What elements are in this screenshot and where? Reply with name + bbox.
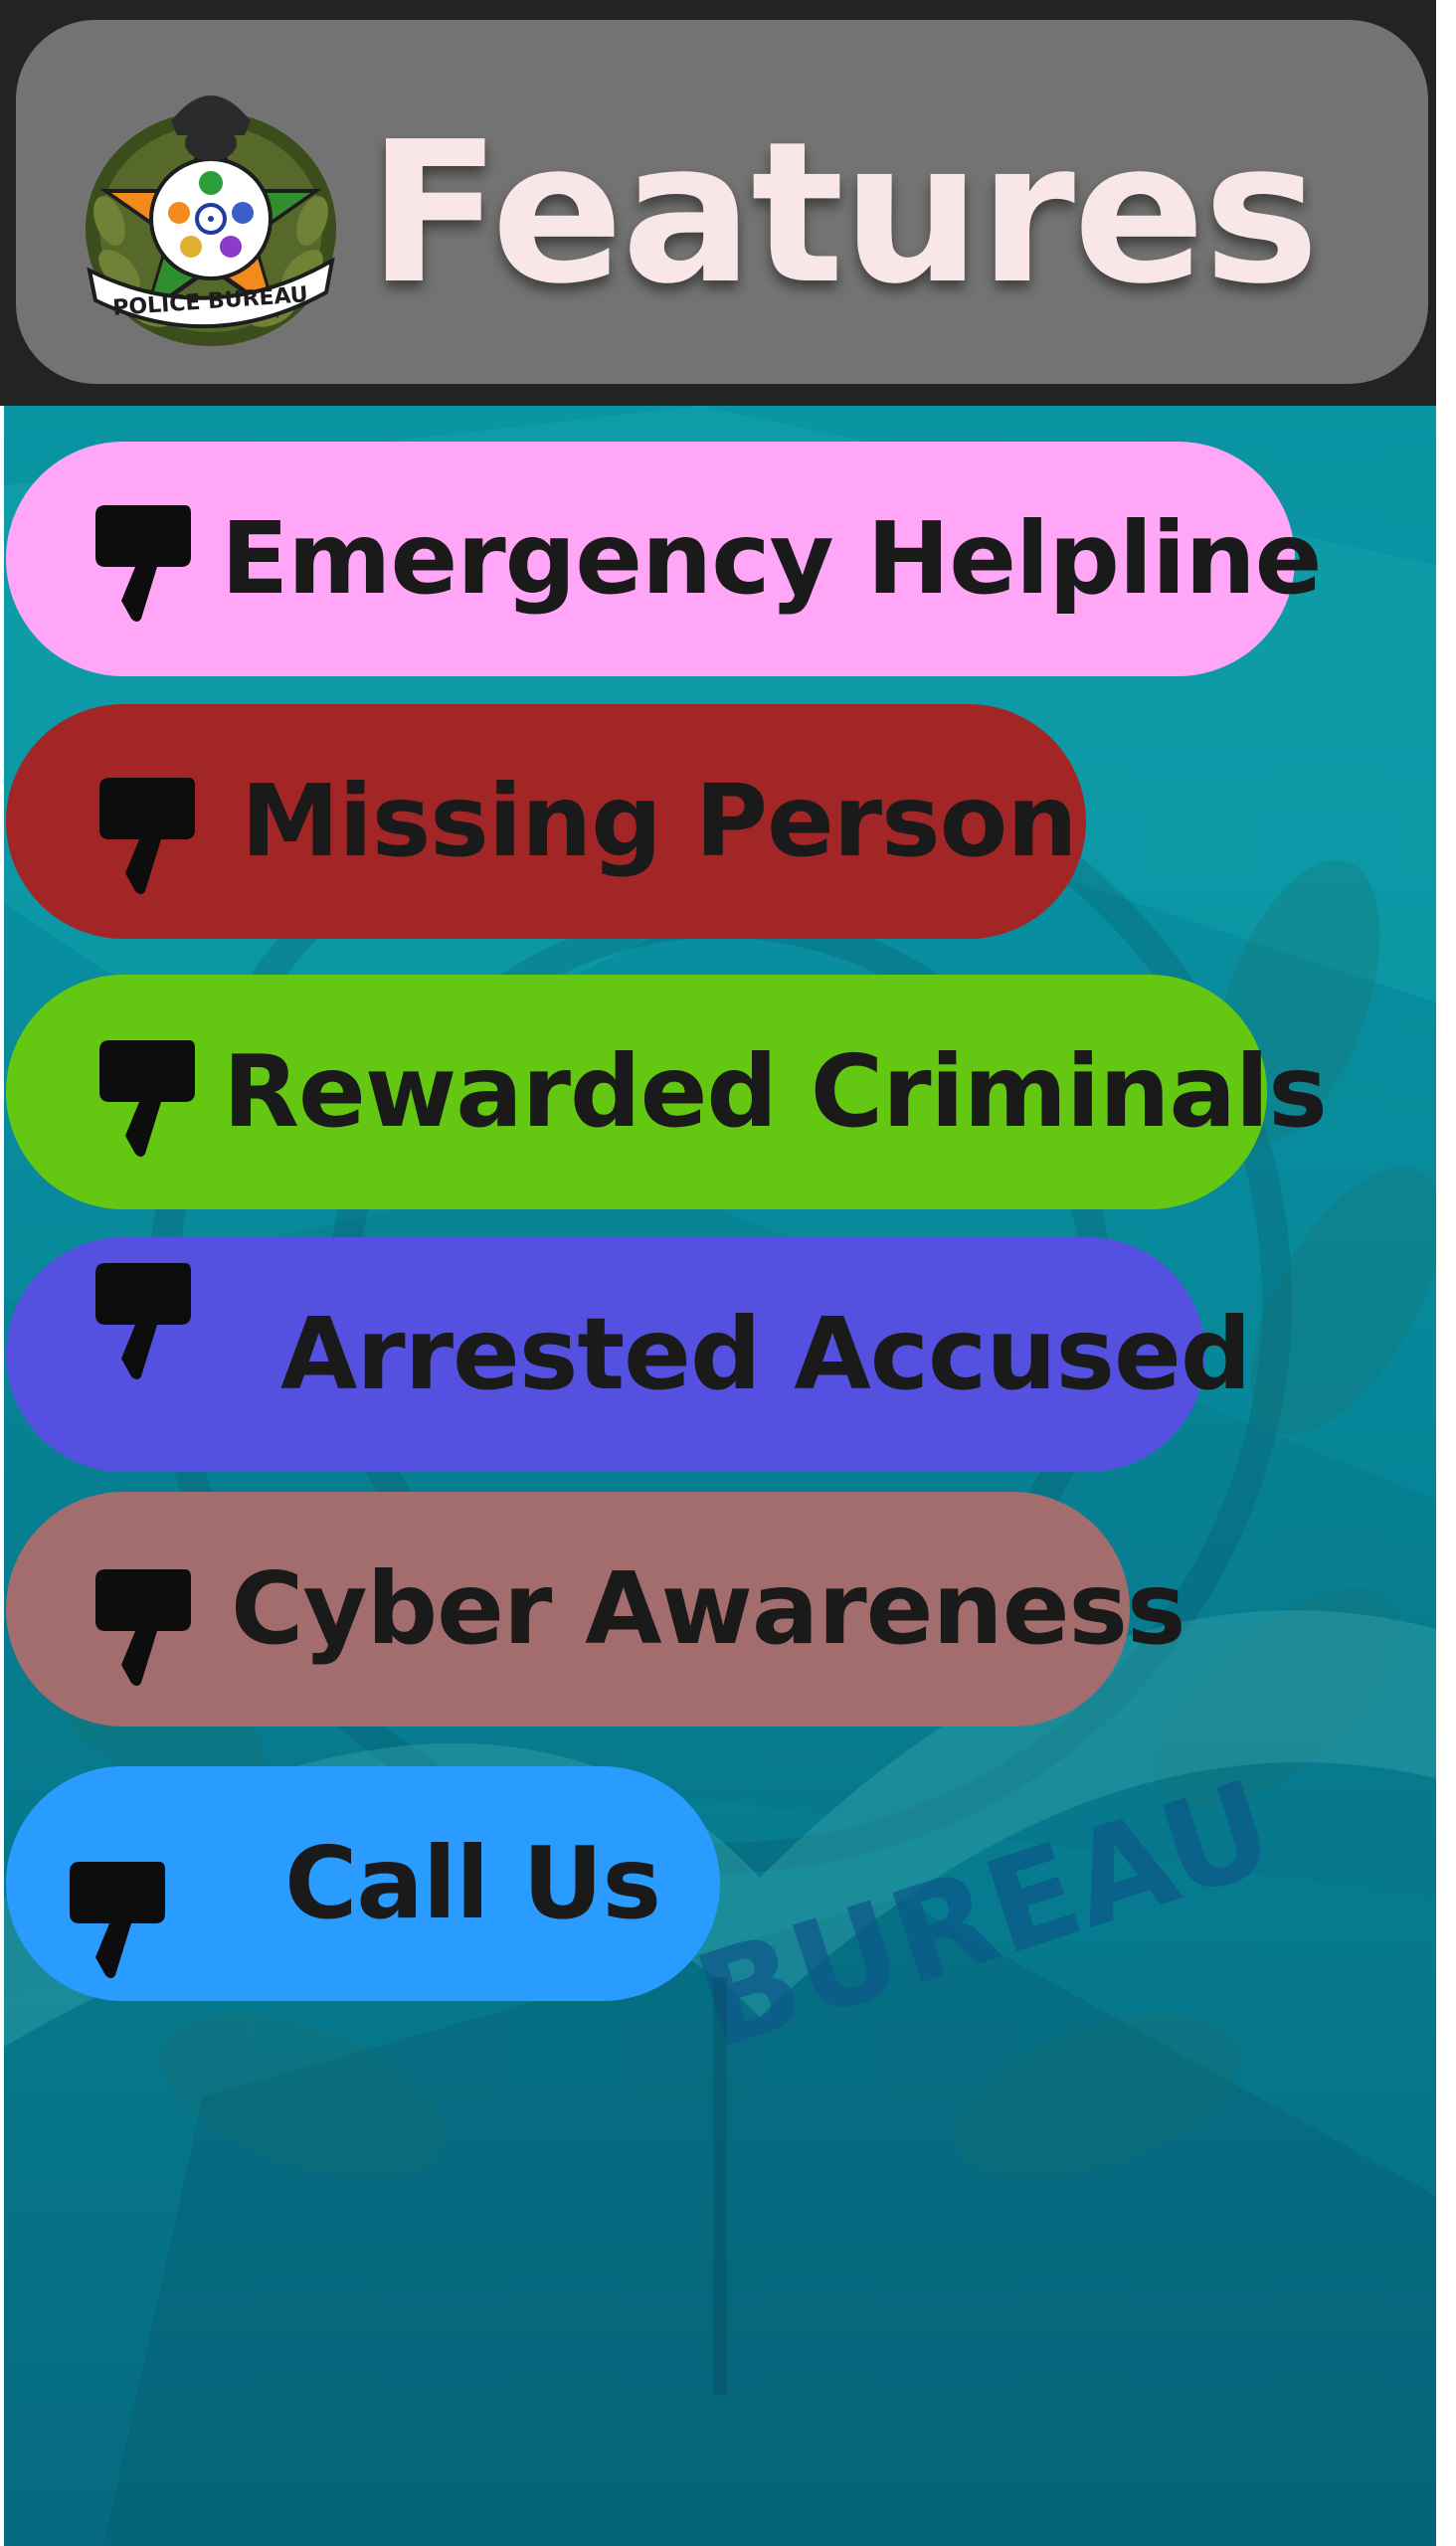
menu-label: Emergency Helpline [221, 500, 1322, 617]
missing-person-button[interactable]: Missing Person [6, 704, 1086, 939]
menu-label: Arrested Accused [280, 1296, 1251, 1412]
menu-label: Missing Person [241, 763, 1078, 879]
menu-label: Cyber Awareness [231, 1550, 1186, 1667]
emergency-helpline-button[interactable]: Emergency Helpline [6, 442, 1322, 676]
content-area: BUREAU Emergency Helpline Missing Person… [4, 406, 1436, 2546]
thumbs-down-icon [99, 1040, 195, 1157]
thumbs-down-icon [95, 505, 191, 622]
thumbs-down-icon [95, 1263, 191, 1379]
police-bureau-logo: POLICE BUREAU [86, 95, 336, 346]
rewarded-criminals-button[interactable]: Rewarded Criminals [6, 975, 1328, 1209]
menu-label: Call Us [284, 1825, 661, 1941]
header-bar: POLICE BUREAU Features [0, 0, 1436, 406]
thumbs-down-icon [70, 1862, 165, 1978]
thumbs-down-icon [99, 778, 195, 894]
thumbs-down-icon [95, 1569, 191, 1686]
call-us-button[interactable]: Call Us [6, 1766, 720, 2001]
features-screen: POLICE BUREAU Features BUREAU Emergency … [0, 0, 1436, 2546]
page-title: Features [368, 100, 1320, 327]
arrested-accused-button[interactable]: Arrested Accused [6, 1237, 1251, 1472]
cyber-awareness-button[interactable]: Cyber Awareness [6, 1492, 1186, 1727]
menu-label: Rewarded Criminals [223, 1033, 1328, 1150]
